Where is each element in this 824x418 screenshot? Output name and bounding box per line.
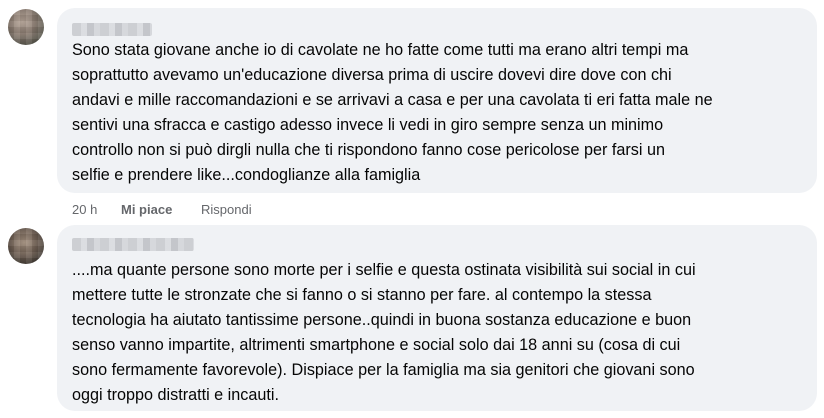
- comment-text-line: senso vanno impartite, altrimenti smartp…: [72, 336, 681, 354]
- comment-text-line: sentivi una sfracca e castigo adesso inv…: [72, 116, 664, 134]
- comment-timestamp[interactable]: 20 h: [72, 202, 97, 217]
- comment-text-line: sono fermamente favorevole). Dispiace pe…: [72, 361, 695, 379]
- commenter-name-redacted[interactable]: [72, 238, 194, 251]
- comment-text-line: tecnologia ha aiutato tantissime persone…: [72, 311, 692, 329]
- comment-text-line: mettere tutte le stronzate che si fanno …: [72, 286, 652, 304]
- commenter-avatar[interactable]: [8, 9, 44, 45]
- comment-text-line: controllo non si può dirgli nulla che ti…: [72, 141, 666, 159]
- commenter-name-redacted[interactable]: [72, 23, 152, 36]
- comment-bubble: Sono stata giovane anche io di cavolate …: [57, 8, 817, 193]
- comment-bubble: ....ma quante persone sono morte per i s…: [57, 225, 817, 411]
- comment-text-line: soprattutto avevamo un'educazione divers…: [72, 66, 672, 84]
- like-button[interactable]: Mi piace: [121, 202, 172, 217]
- comment-text-line: oggi troppo distratti e incauti.: [72, 386, 279, 404]
- comment-text-line: ....ma quante persone sono morte per i s…: [72, 261, 696, 279]
- reply-button[interactable]: Rispondi: [201, 202, 252, 217]
- comment-text-line: Sono stata giovane anche io di cavolate …: [72, 41, 689, 59]
- comment-text-line: selfie e prendere like...condoglianze al…: [72, 166, 421, 184]
- comment-text-line: andavi e mille raccomandazioni e se arri…: [72, 91, 713, 109]
- commenter-avatar[interactable]: [8, 228, 44, 264]
